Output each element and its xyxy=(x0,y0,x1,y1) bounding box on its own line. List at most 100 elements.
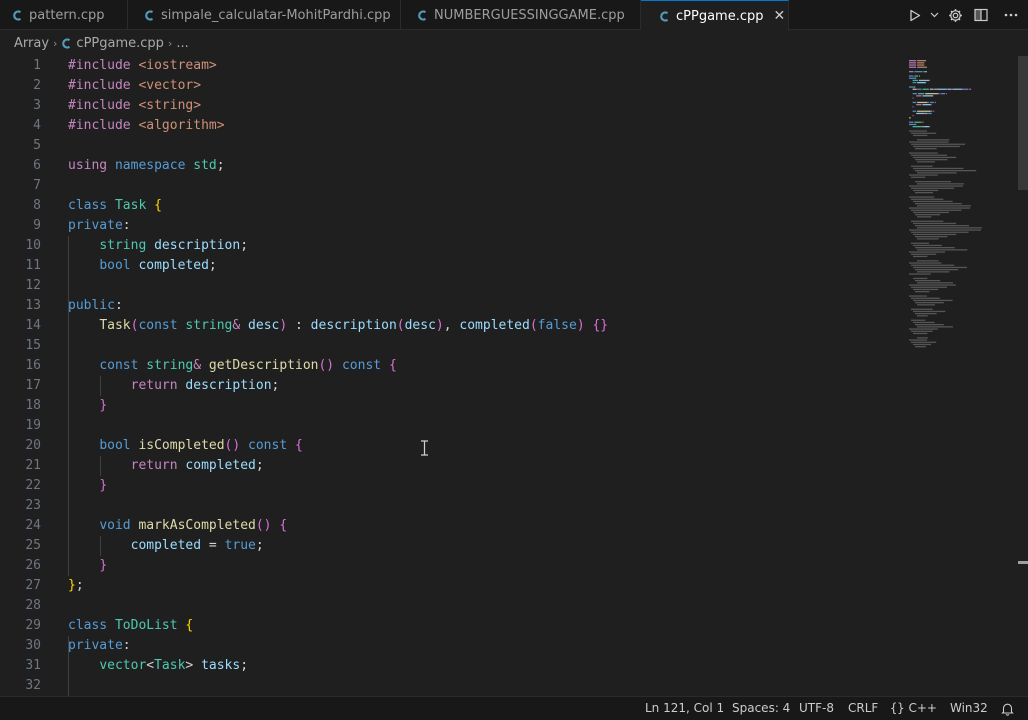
code-line[interactable]: 18 } xyxy=(0,396,900,416)
code-line[interactable]: 3 #include <string> xyxy=(0,96,900,116)
code-line[interactable]: 1 #include <iostream> xyxy=(0,56,900,76)
line-number[interactable]: 16 xyxy=(0,356,41,376)
tab-pattern-cpp[interactable]: pattern.cpp xyxy=(0,0,128,30)
code-line[interactable]: 20 bool isCompleted() const { xyxy=(0,436,900,456)
run-icon[interactable] xyxy=(904,0,926,30)
line-number[interactable]: 6 xyxy=(0,156,41,176)
cursor-position[interactable]: Ln 121, Col 1 xyxy=(645,697,724,720)
line-number[interactable]: 4 xyxy=(0,116,41,136)
code-line[interactable]: 24 void markAsCompleted() { xyxy=(0,516,900,536)
code-line[interactable]: 25 completed = true; xyxy=(0,536,900,556)
code-line[interactable]: 2 #include <vector> xyxy=(0,76,900,96)
line-number[interactable]: 7 xyxy=(0,176,41,196)
code-line[interactable]: 31 vector<Task> tasks; xyxy=(0,656,900,676)
code-text: string description; xyxy=(68,236,248,256)
tab-numberguessinggame[interactable]: NUMBERGUESSINGGAME.cpp xyxy=(401,0,641,30)
language-mode[interactable]: {} C++ xyxy=(890,697,937,720)
chevron-down-icon[interactable] xyxy=(926,0,942,30)
code-editor[interactable]: 1 #include <iostream> 2 #include <vector> 3 #… xyxy=(0,56,1028,696)
encoding[interactable]: UTF-8 xyxy=(799,697,834,720)
code-line[interactable]: 7 xyxy=(0,176,900,196)
line-number[interactable]: 29 xyxy=(0,616,41,636)
code-line[interactable]: 4 #include <algorithm> xyxy=(0,116,900,136)
code-line[interactable]: 32 xyxy=(0,676,900,696)
code-line[interactable]: 14 Task(const string& desc) : descriptio… xyxy=(0,316,900,336)
code-token: ; xyxy=(240,238,249,253)
minimap-line xyxy=(915,269,959,271)
code-line[interactable]: 5 xyxy=(0,136,900,156)
code-line[interactable]: 12 xyxy=(0,276,900,296)
code-line[interactable]: 13 public: xyxy=(0,296,900,316)
vertical-scrollbar[interactable] xyxy=(1016,56,1028,696)
gear-icon[interactable] xyxy=(942,0,968,30)
line-number[interactable]: 19 xyxy=(0,416,41,436)
code-line[interactable]: 19 xyxy=(0,416,900,436)
code-line[interactable]: 23 xyxy=(0,496,900,516)
minimap-line xyxy=(915,247,955,249)
code-line[interactable]: 30 private: xyxy=(0,636,900,656)
code-line[interactable]: 9 private: xyxy=(0,216,900,236)
line-number[interactable]: 8 xyxy=(0,196,41,216)
code-line[interactable]: 11 bool completed; xyxy=(0,256,900,276)
line-number[interactable]: 18 xyxy=(0,396,41,416)
code-line[interactable]: 22 } xyxy=(0,476,900,496)
line-number[interactable]: 28 xyxy=(0,596,41,616)
code-line[interactable]: 10 string description; xyxy=(0,236,900,256)
breadcrumb-folder[interactable]: Array xyxy=(14,36,49,51)
line-number[interactable]: 24 xyxy=(0,516,41,536)
breadcrumb-symbol[interactable]: ... xyxy=(176,36,188,51)
minimap-line xyxy=(929,88,934,90)
line-number[interactable]: 13 xyxy=(0,296,41,316)
line-number[interactable]: 27 xyxy=(0,576,41,596)
code-line[interactable]: 8 class Task { xyxy=(0,196,900,216)
scrollbar-thumb[interactable] xyxy=(1018,56,1028,190)
tab-simpale-calculatar[interactable]: simpale_calculatar-MohitPardhi.cpp xyxy=(128,0,401,30)
code-line[interactable]: 15 xyxy=(0,336,900,356)
breadcrumb-file[interactable]: cPPgame.cpp xyxy=(76,36,164,51)
bell-icon[interactable] xyxy=(1001,702,1014,716)
code-text: #include <string> xyxy=(68,96,201,116)
line-number[interactable]: 9 xyxy=(0,216,41,236)
line-number[interactable]: 25 xyxy=(0,536,41,556)
code-line[interactable]: 26 } xyxy=(0,556,900,576)
line-number[interactable]: 31 xyxy=(0,656,41,676)
line-number[interactable]: 17 xyxy=(0,376,41,396)
platform[interactable]: Win32 xyxy=(950,697,988,720)
line-number[interactable]: 12 xyxy=(0,276,41,296)
code-line[interactable]: 16 const string& getDescription() const … xyxy=(0,356,900,376)
line-number[interactable]: 22 xyxy=(0,476,41,496)
line-number[interactable]: 32 xyxy=(0,676,41,696)
line-number[interactable]: 21 xyxy=(0,456,41,476)
tab-cppgame[interactable]: cPPgame.cpp ✕ xyxy=(641,0,789,31)
close-icon[interactable]: ✕ xyxy=(774,8,786,24)
line-number[interactable]: 2 xyxy=(0,76,41,96)
split-editor-icon[interactable] xyxy=(968,0,994,30)
line-number[interactable]: 20 xyxy=(0,436,41,456)
code-line[interactable]: 21 return completed; xyxy=(0,456,900,476)
line-number[interactable]: 5 xyxy=(0,136,41,156)
line-number[interactable]: 14 xyxy=(0,316,41,336)
code-line[interactable]: 6 using namespace std; xyxy=(0,156,900,176)
line-number[interactable]: 3 xyxy=(0,96,41,116)
indentation[interactable]: Spaces: 4 xyxy=(732,697,790,720)
line-number[interactable]: 30 xyxy=(0,636,41,656)
line-number[interactable]: 10 xyxy=(0,236,41,256)
breadcrumb: Array › cPPgame.cpp › ... xyxy=(0,30,1028,56)
line-number[interactable]: 23 xyxy=(0,496,41,516)
minimap-line xyxy=(909,123,916,126)
code-text: completed = true; xyxy=(68,536,264,556)
line-ending[interactable]: CRLF xyxy=(848,697,878,720)
code-token: = xyxy=(201,538,225,553)
line-number[interactable]: 15 xyxy=(0,336,41,356)
code-line[interactable]: 29 class ToDoList { xyxy=(0,616,900,636)
line-number[interactable]: 26 xyxy=(0,556,41,576)
more-icon[interactable] xyxy=(994,0,1028,30)
line-number[interactable]: 1 xyxy=(0,56,41,76)
line-number[interactable]: 11 xyxy=(0,256,41,276)
minimap[interactable] xyxy=(900,56,1015,696)
code-line[interactable]: 27}; xyxy=(0,576,900,596)
code-line[interactable]: 17 return description; xyxy=(0,376,900,396)
code-line[interactable]: 28 xyxy=(0,596,900,616)
